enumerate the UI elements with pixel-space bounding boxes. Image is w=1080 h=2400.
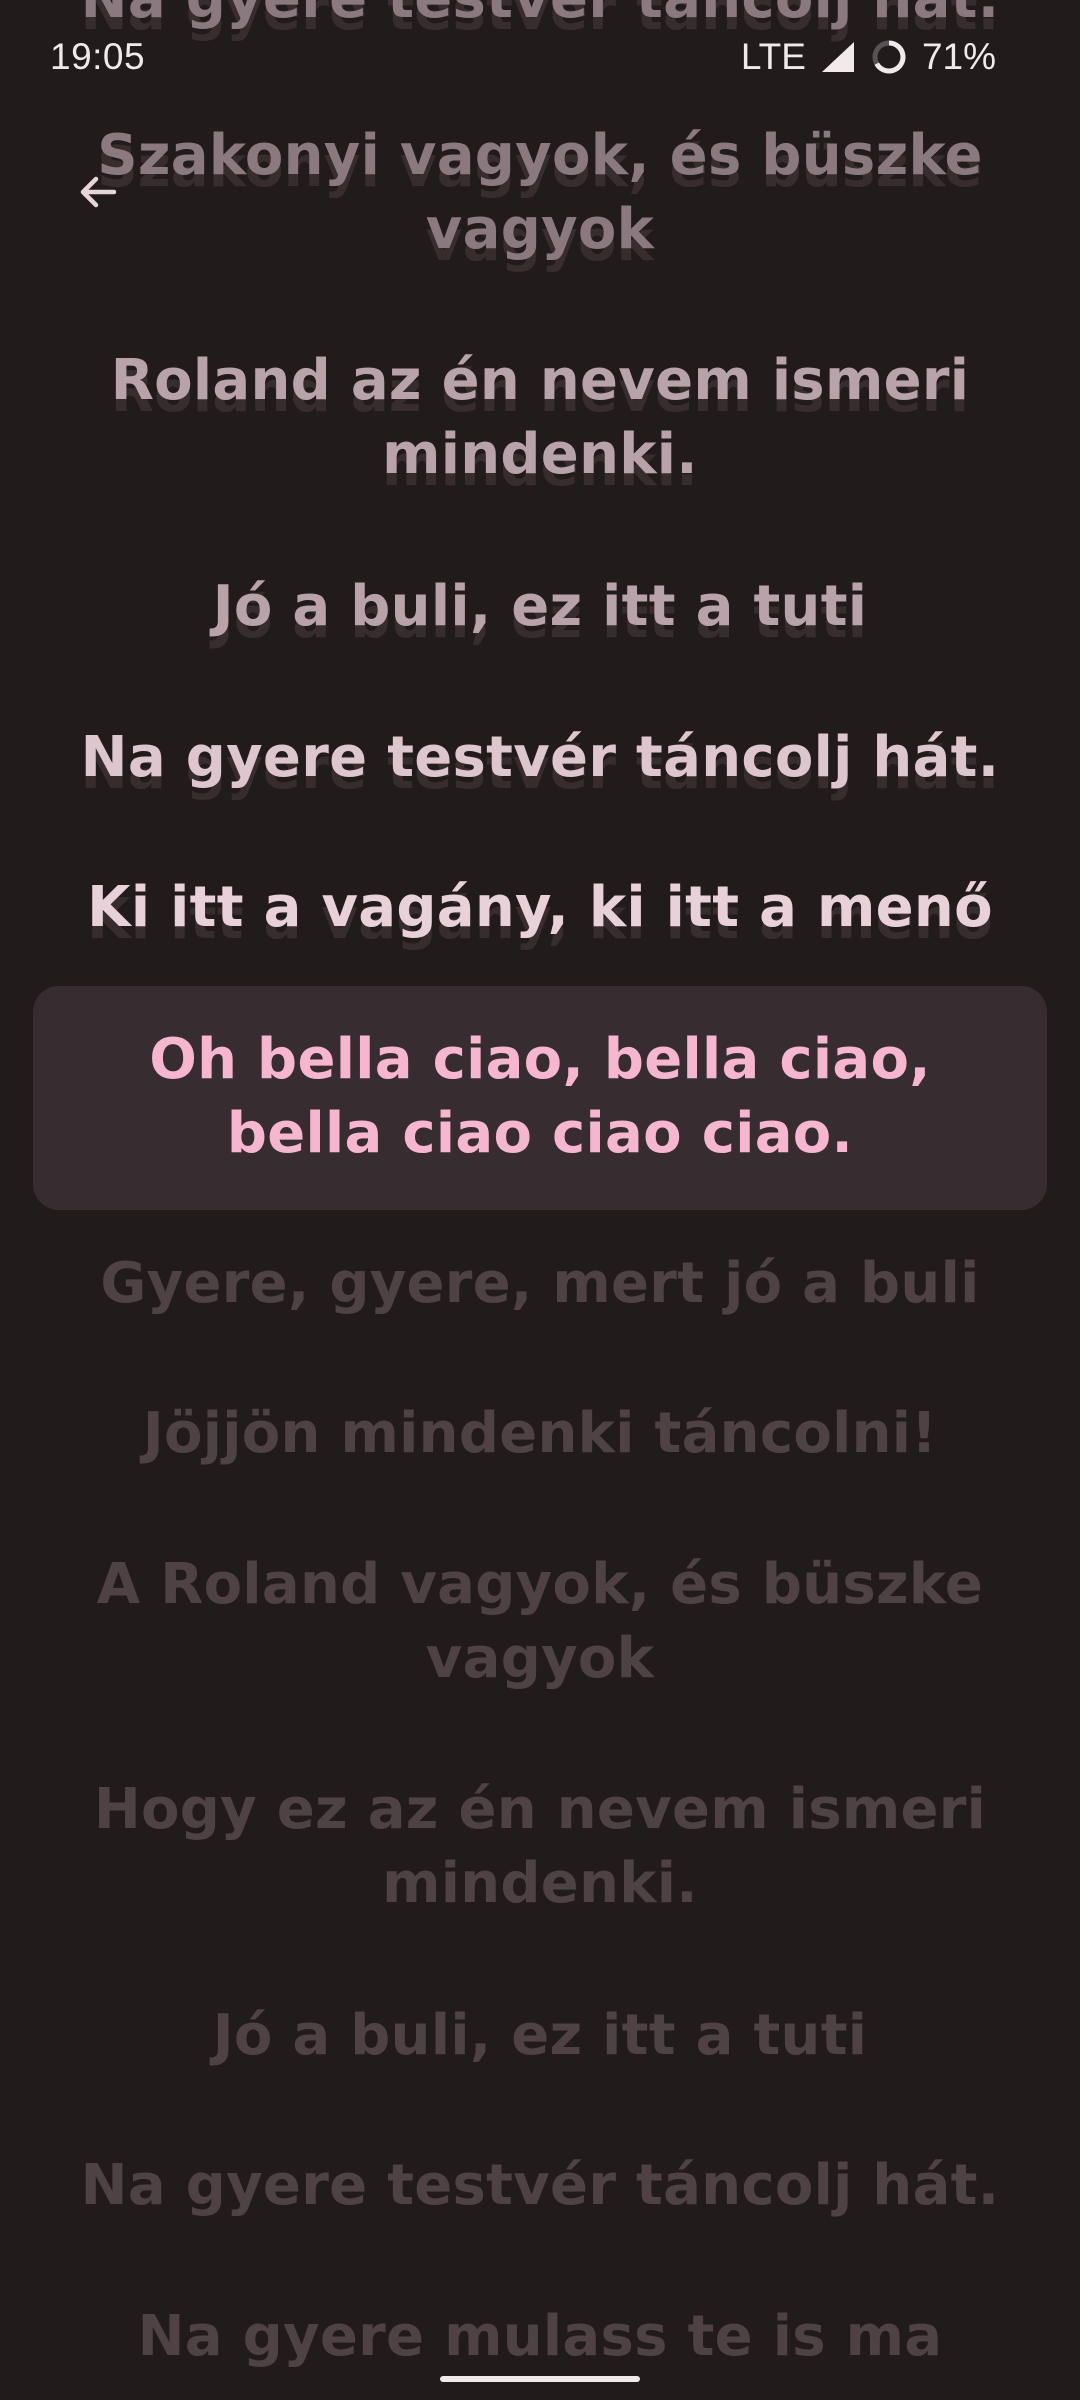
status-time: 19:05 [50,36,146,77]
lyric-line[interactable]: Gyere, gyere, mert jó a buli [32,1247,1048,1321]
lyric-line[interactable]: Ki itt a vagány, ki itt a menő Ki itt a … [32,871,1048,952]
lyric-line[interactable]: Jó a buli, ez itt a tuti Jó a buli, ez i… [32,570,1048,651]
signal-icon [820,40,856,74]
lyric-line[interactable]: Jöjjön mindenki táncolni! [32,1397,1048,1471]
lyric-line[interactable]: Szakonyi vagyok, és büszke vagyok Szakon… [32,119,1048,274]
lyric-line[interactable]: Na gyere mulass te is ma [32,2300,1048,2374]
battery-ring-icon [870,38,908,76]
status-bar: 19:05 LTE 71% [0,0,1080,118]
back-button[interactable] [66,160,130,224]
network-label: LTE [740,36,806,77]
lyrics-screen: 19:05 LTE 71% Na gyere testvér táncolj h… [0,0,1080,2400]
gesture-navigation-bar[interactable] [440,2376,640,2382]
lyric-line[interactable]: Hogy ez az én nevem ismeri mindenki. [32,1773,1048,1921]
lyrics-list: Na gyere testvér táncolj hát. Na gyere t… [0,0,1080,2400]
arrow-back-icon [80,176,117,208]
battery-percent: 71% [921,36,996,77]
lyric-line[interactable]: Jó a buli, ez itt a tuti [32,1999,1048,2073]
lyric-line[interactable]: Na gyere testvér táncolj hát. [32,2149,1048,2223]
active-lyric-line[interactable]: Oh bella ciao, bella ciao, bella ciao ci… [120,1023,960,1171]
status-icons: LTE 71% [741,36,996,78]
lyric-line[interactable]: Roland az én nevem ismeri mindenki. Rola… [32,344,1048,499]
lyric-line[interactable]: A Roland vagyok, és büszke vagyok [32,1548,1048,1696]
lyric-line[interactable]: Na gyere testvér táncolj hát. Na gyere t… [32,721,1048,802]
